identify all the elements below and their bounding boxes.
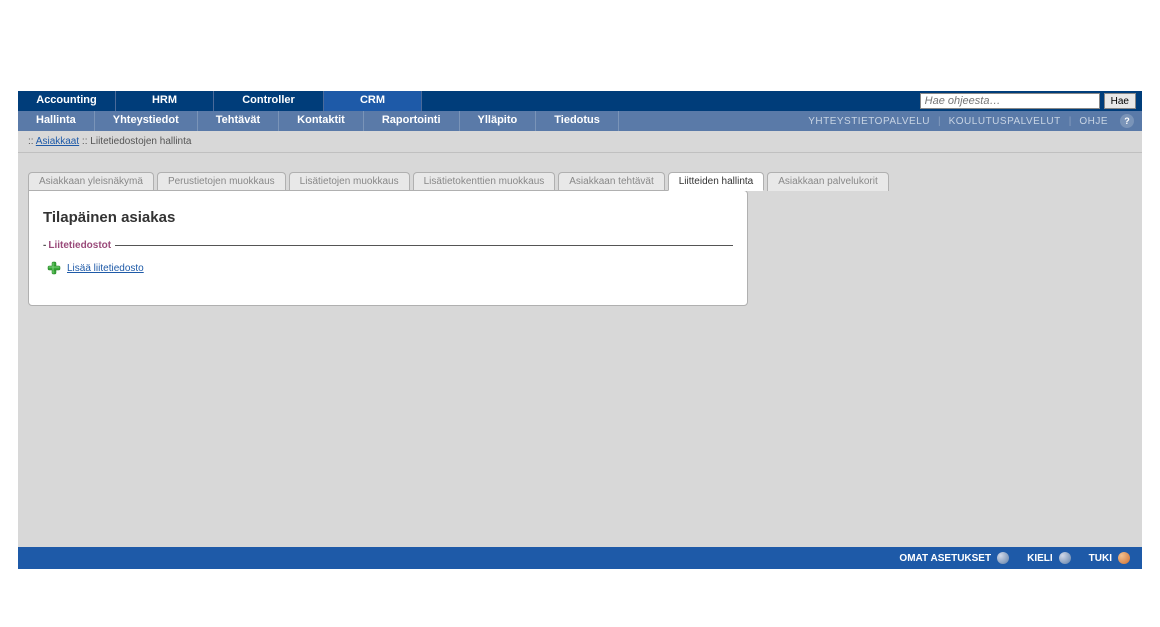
subnav-yllapito[interactable]: Ylläpito bbox=[460, 111, 537, 131]
tab-tehtavat[interactable]: Asiakkaan tehtävät bbox=[558, 172, 665, 191]
person-icon bbox=[1118, 552, 1130, 564]
subnav-yhteystiedot[interactable]: Yhteystiedot bbox=[95, 111, 198, 131]
tab-yleisnakyma[interactable]: Asiakkaan yleisnäkymä bbox=[28, 172, 154, 191]
search-button[interactable]: Hae bbox=[1104, 93, 1136, 109]
add-attachment-link[interactable]: Lisää liitetiedosto bbox=[67, 263, 144, 274]
subnav-tehtavat[interactable]: Tehtävät bbox=[198, 111, 279, 131]
link-koulutuspalvelut[interactable]: KOULUTUSPALVELUT bbox=[949, 116, 1061, 127]
link-yhteystietopalvelu[interactable]: YHTEYSTIETOPALVELU bbox=[808, 116, 930, 127]
footer-kieli[interactable]: KIELI bbox=[1027, 552, 1071, 564]
subnav-tiedotus[interactable]: Tiedotus bbox=[536, 111, 619, 131]
link-ohje[interactable]: OHJE bbox=[1079, 116, 1108, 127]
footer-label: TUKI bbox=[1089, 553, 1112, 564]
footer-tuki[interactable]: TUKI bbox=[1089, 552, 1130, 564]
breadcrumb-prefix: :: bbox=[28, 136, 36, 147]
tab-palvelukorit[interactable]: Asiakkaan palvelukorit bbox=[767, 172, 889, 191]
panel: Tilapäinen asiakas - Liitetiedostot bbox=[28, 190, 748, 306]
subnav-spacer bbox=[619, 111, 808, 131]
subnav-kontaktit[interactable]: Kontaktit bbox=[279, 111, 364, 131]
tabs-row: Asiakkaan yleisnäkymä Perustietojen muok… bbox=[28, 171, 1132, 190]
subnav-raportointi[interactable]: Raportointi bbox=[364, 111, 460, 131]
tab-perustiedot[interactable]: Perustietojen muokkaus bbox=[157, 172, 286, 191]
subnav-hallinta[interactable]: Hallinta bbox=[18, 111, 95, 131]
divider: | bbox=[938, 116, 941, 127]
topnav-spacer bbox=[422, 91, 920, 111]
tab-lisatietokentat[interactable]: Lisätietokenttien muokkaus bbox=[413, 172, 556, 191]
section-liitetiedostot: - Liitetiedostot bbox=[43, 240, 733, 251]
section-label: Liitetiedostot bbox=[48, 240, 111, 251]
tab-liitteet[interactable]: Liitteiden hallinta bbox=[668, 172, 765, 191]
section-line bbox=[115, 245, 733, 246]
add-attachment-row: Lisää liitetiedosto bbox=[43, 261, 733, 275]
tab-lisatiedot[interactable]: Lisätietojen muokkaus bbox=[289, 172, 410, 191]
footer-bar: OMAT ASETUKSET KIELI TUKI bbox=[18, 547, 1142, 569]
footer-label: OMAT ASETUKSET bbox=[899, 553, 991, 564]
topnav-hrm[interactable]: HRM bbox=[116, 91, 214, 111]
breadcrumb-current: Liitetiedostojen hallinta bbox=[90, 136, 191, 147]
top-nav: Accounting HRM Controller CRM Hae bbox=[18, 91, 1142, 111]
topnav-controller[interactable]: Controller bbox=[214, 91, 324, 111]
globe-icon bbox=[1059, 552, 1071, 564]
search-area: Hae bbox=[920, 91, 1142, 111]
divider: | bbox=[1069, 116, 1072, 127]
main-area: Asiakkaan yleisnäkymä Perustietojen muok… bbox=[18, 153, 1142, 569]
footer-label: KIELI bbox=[1027, 553, 1053, 564]
subnav-right: YHTEYSTIETOPALVELU | KOULUTUSPALVELUT | … bbox=[808, 111, 1142, 131]
topnav-accounting[interactable]: Accounting bbox=[18, 91, 116, 111]
search-input[interactable] bbox=[920, 93, 1100, 109]
breadcrumb-link-asiakkaat[interactable]: Asiakkaat bbox=[36, 136, 79, 147]
plus-icon bbox=[47, 261, 61, 275]
globe-icon bbox=[997, 552, 1009, 564]
sub-nav: Hallinta Yhteystiedot Tehtävät Kontaktit… bbox=[18, 111, 1142, 131]
panel-title: Tilapäinen asiakas bbox=[43, 209, 733, 226]
topnav-crm[interactable]: CRM bbox=[324, 91, 422, 111]
breadcrumb-sep: :: bbox=[79, 136, 90, 147]
footer-omat-asetukset[interactable]: OMAT ASETUKSET bbox=[899, 552, 1009, 564]
breadcrumb: :: Asiakkaat :: Liitetiedostojen hallint… bbox=[18, 131, 1142, 153]
help-icon[interactable]: ? bbox=[1120, 114, 1134, 128]
